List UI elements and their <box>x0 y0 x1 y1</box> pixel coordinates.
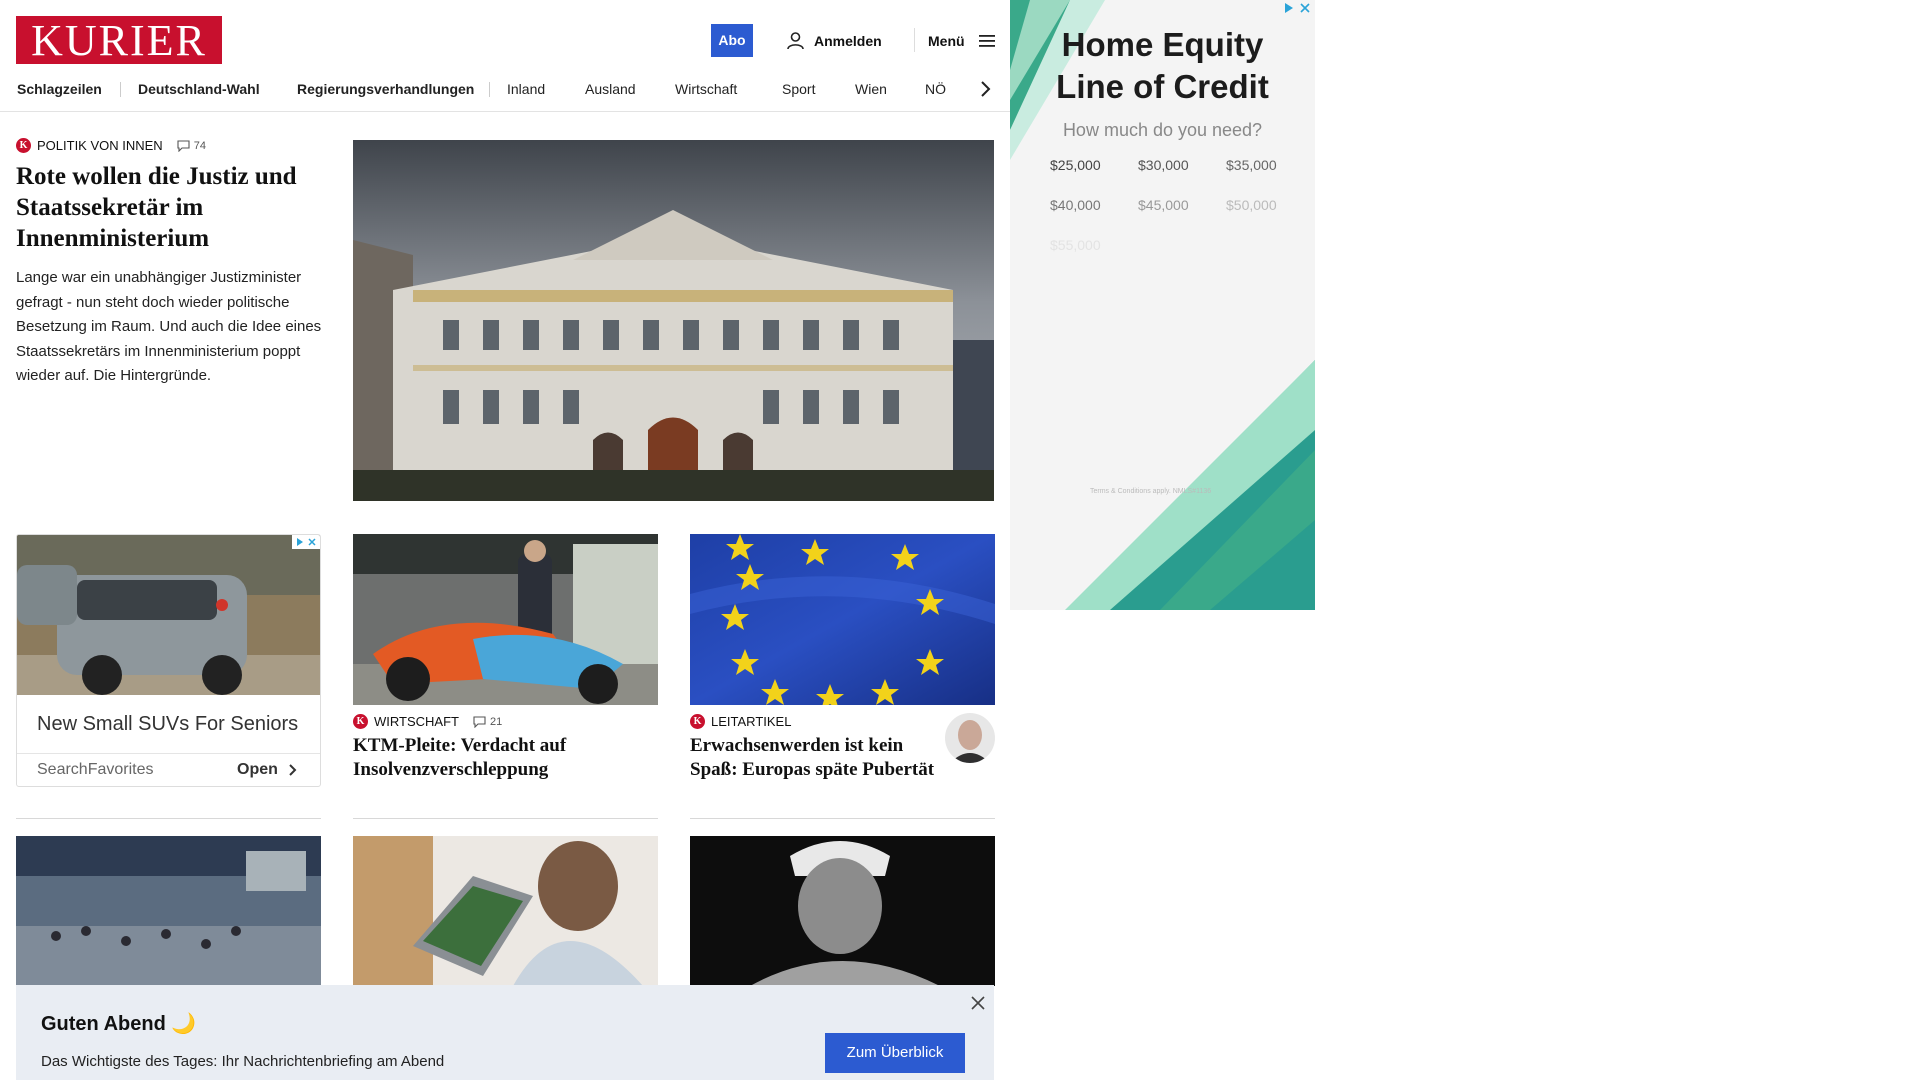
ad-choices-icon[interactable] <box>292 535 320 549</box>
side-ad-headline[interactable]: Home Equity Line of Credit <box>1010 24 1315 108</box>
side-ad-title-line1: Home Equity <box>1061 26 1264 63</box>
abo-button[interactable]: Abo <box>711 24 753 57</box>
author-avatar[interactable] <box>945 713 995 763</box>
card-divider <box>353 818 658 819</box>
palace-photo <box>353 140 994 501</box>
side-ad-terms: Terms & Conditions apply. NMLS#1136 <box>1090 488 1212 495</box>
evening-briefing-banner: Guten Abend 🌙 Das Wichtigste des Tages: … <box>16 985 994 1080</box>
kurier-logo[interactable]: KURIER <box>16 16 222 65</box>
nav-item-wirtschaft[interactable]: Wirtschaft <box>675 77 737 101</box>
comment-count[interactable]: 21 <box>473 716 502 728</box>
kurier-badge-icon: K <box>690 714 705 729</box>
airport-article-image[interactable] <box>16 836 321 986</box>
comment-icon <box>177 139 190 152</box>
lead-headline[interactable]: Rote wollen die Justiz und Staatssekretä… <box>16 161 326 254</box>
nav-item-deutschland-wahl[interactable]: Deutschland-Wahl <box>138 77 260 101</box>
lead-category: K Politik von innen 74 <box>16 138 326 153</box>
close-icon[interactable] <box>970 995 986 1011</box>
comment-count-value: 21 <box>489 715 503 728</box>
login-button[interactable]: Anmelden <box>787 29 882 53</box>
lead-article[interactable]: K Politik von innen 74 Rote wollen die J… <box>16 138 326 389</box>
amount-option[interactable]: $40,000 <box>1050 197 1101 213</box>
comment-count-value: 74 <box>193 139 206 152</box>
ad-source: SearchFavorites <box>37 761 154 778</box>
amount-option[interactable]: $25,000 <box>1050 157 1101 173</box>
ad-image <box>17 535 320 695</box>
card-divider <box>16 818 321 819</box>
amount-option[interactable]: $30,000 <box>1138 157 1189 173</box>
portrait-article-image[interactable] <box>690 836 995 986</box>
leitartikel-category: K Leitartikel <box>690 714 791 729</box>
ad-open-button[interactable]: Open <box>237 761 298 779</box>
lead-article-image[interactable] <box>353 140 994 501</box>
chevron-right-icon[interactable] <box>975 79 995 99</box>
nav-item-schlagzeilen[interactable]: Schlagzeilen <box>17 77 102 101</box>
side-ad-title-line2: Line of Credit <box>1056 68 1269 105</box>
nav-item-sport[interactable]: Sport <box>782 77 815 101</box>
amount-option[interactable]: $50,000 <box>1226 197 1277 213</box>
nav-item-wien[interactable]: Wien <box>855 77 887 101</box>
ktm-category: K Wirtschaft 21 <box>353 714 502 729</box>
category-label: Wirtschaft <box>374 714 459 729</box>
menu-button[interactable]: Menü <box>928 29 995 53</box>
ktm-article-image[interactable] <box>353 534 658 705</box>
nav-divider <box>120 82 121 97</box>
card-divider <box>690 818 995 819</box>
hamburger-icon <box>978 35 995 47</box>
ad-choices-icon[interactable] <box>1283 2 1311 14</box>
laptop-article-image[interactable] <box>353 836 658 986</box>
ad-headline[interactable]: New Small SUVs For Seniors <box>37 713 298 736</box>
leitartikel-headline[interactable]: Erwachsenwerden ist kein Spaß: Europas s… <box>690 734 940 782</box>
nav-item-ausland[interactable]: Ausland <box>585 77 636 101</box>
site-header: KURIER Abo Anmelden Menü Schlagzeilen De… <box>0 0 1010 112</box>
lead-teaser: Lange war ein unabhängiger Justizministe… <box>16 269 322 384</box>
user-icon <box>787 32 804 50</box>
side-ad-question: How much do you need? <box>1062 120 1263 140</box>
kurier-badge-icon: K <box>16 138 31 153</box>
section-nav: Schlagzeilen Deutschland-Wahl Regierungs… <box>0 77 1010 101</box>
amount-option[interactable]: $45,000 <box>1138 197 1189 213</box>
eu-flag-article-image[interactable] <box>690 534 995 705</box>
side-ad-home-equity[interactable]: Home Equity Line of Credit How much do y… <box>1010 0 1315 610</box>
banner-text: Das Wichtigste des Tages: Ihr Nachrichte… <box>41 1053 445 1070</box>
nav-item-inland[interactable]: Inland <box>507 77 545 101</box>
header-divider <box>914 28 915 52</box>
comment-count[interactable]: 74 <box>177 140 206 152</box>
nav-divider <box>489 82 490 97</box>
menu-label: Menü <box>928 33 965 49</box>
comment-icon <box>473 715 486 728</box>
sponsored-ad-card[interactable]: New Small SUVs For Seniors SearchFavorit… <box>16 534 321 787</box>
ad-divider <box>17 753 320 754</box>
kurier-badge-icon: K <box>353 714 368 729</box>
login-label: Anmelden <box>814 33 882 49</box>
banner-title: Guten Abend 🌙 <box>41 1013 197 1035</box>
ad-open-label: Open <box>237 761 278 778</box>
category-label: Politik von innen <box>37 138 163 153</box>
ktm-headline[interactable]: KTM-Pleite: Verdacht auf Insolvenzversch… <box>353 734 653 782</box>
amount-option[interactable]: $55,000 <box>1050 237 1101 253</box>
chevron-right-icon <box>289 764 297 776</box>
category-label: Leitartikel <box>711 714 792 729</box>
nav-item-noe[interactable]: NÖ <box>925 77 946 101</box>
amount-option[interactable]: $35,000 <box>1226 157 1277 173</box>
nav-item-regierungsverhandlungen[interactable]: Regierungsverhandlungen <box>297 77 474 101</box>
overview-button[interactable]: Zum Überblick <box>825 1033 965 1073</box>
